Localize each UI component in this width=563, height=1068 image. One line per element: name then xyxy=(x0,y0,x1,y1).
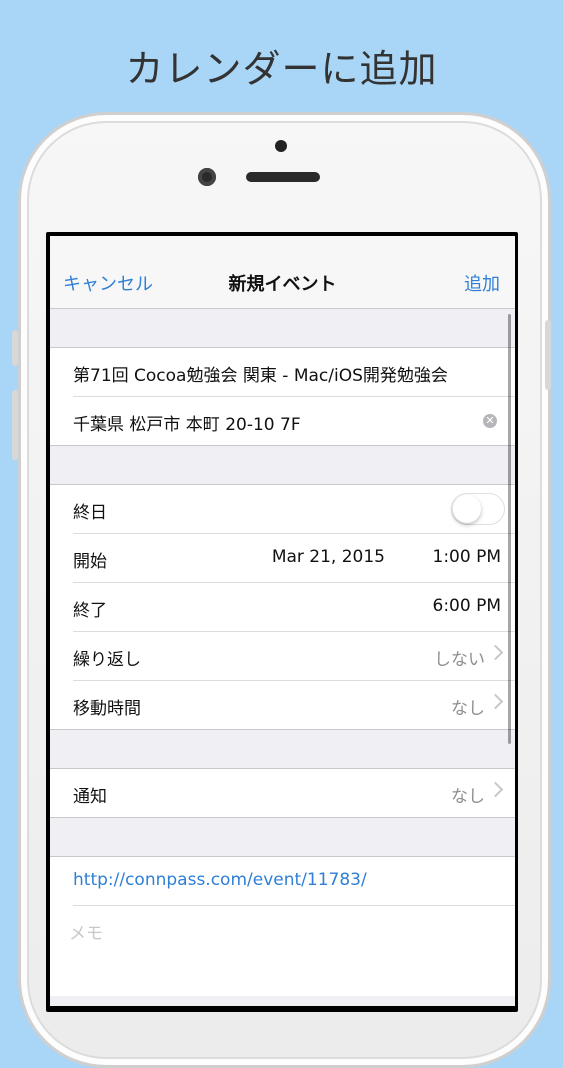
section-gap xyxy=(50,818,515,856)
proximity-sensor xyxy=(275,140,287,152)
repeat-label: 繰り返し xyxy=(73,650,141,670)
alert-value: なし xyxy=(451,787,485,807)
location-field[interactable]: 千葉県 松戸市 本町 20-10 7F ✕ xyxy=(73,397,515,445)
url-field[interactable]: http://connpass.com/event/11783/ xyxy=(73,857,515,906)
start-label: 開始 xyxy=(73,552,107,572)
alert-label: 通知 xyxy=(73,787,107,807)
allday-toggle[interactable] xyxy=(451,493,505,525)
phone-screen: キャンセル 新規イベント 追加 第71回 Cocoa勉強会 関東 - Mac/i… xyxy=(50,236,515,1006)
location-text: 千葉県 松戸市 本町 20-10 7F xyxy=(73,415,301,435)
alert-group: 通知 なし xyxy=(50,768,515,818)
section-gap xyxy=(50,730,515,768)
alert-row[interactable]: 通知 なし xyxy=(73,769,515,817)
end-label: 終了 xyxy=(73,601,107,621)
phone-side-button-right xyxy=(545,320,551,390)
scrollbar[interactable] xyxy=(508,314,511,744)
front-camera-icon xyxy=(198,168,216,186)
url-text[interactable]: http://connpass.com/event/11783/ xyxy=(73,870,367,890)
notes-group: http://connpass.com/event/11783/ メモ xyxy=(50,856,515,996)
navigation-bar: キャンセル 新規イベント 追加 xyxy=(50,258,515,309)
allday-label: 終日 xyxy=(73,503,107,523)
status-bar xyxy=(50,236,515,258)
start-row[interactable]: 開始 Mar 21, 2015 1:00 PM xyxy=(73,534,515,583)
travel-time-row[interactable]: 移動時間 なし xyxy=(73,681,515,729)
start-date: Mar 21, 2015 xyxy=(271,547,385,567)
phone-side-button-left xyxy=(12,330,18,366)
clear-icon[interactable]: ✕ xyxy=(483,414,497,428)
travel-label: 移動時間 xyxy=(73,699,141,719)
travel-value: なし xyxy=(451,699,485,719)
repeat-value: しない xyxy=(434,650,485,670)
repeat-row[interactable]: 繰り返し しない xyxy=(73,632,515,681)
start-time: 1:00 PM xyxy=(432,547,502,567)
section-gap xyxy=(50,309,515,347)
section-gap xyxy=(50,446,515,484)
add-button[interactable]: 追加 xyxy=(464,270,500,296)
chevron-right-icon xyxy=(487,693,504,710)
nav-title: 新規イベント xyxy=(228,274,337,295)
memo-placeholder: メモ xyxy=(69,924,103,944)
phone-side-button-left-2 xyxy=(12,390,18,460)
end-row[interactable]: 終了 6:00 PM xyxy=(73,583,515,632)
event-info-group: 第71回 Cocoa勉強会 関東 - Mac/iOS開発勉強会 千葉県 松戸市 … xyxy=(50,347,515,446)
title-field[interactable]: 第71回 Cocoa勉強会 関東 - Mac/iOS開発勉強会 xyxy=(73,348,515,397)
chevron-right-icon xyxy=(487,781,504,798)
earpiece-speaker xyxy=(246,172,320,182)
toggle-knob xyxy=(453,495,481,523)
schedule-group: 終日 開始 Mar 21, 2015 1:00 PM 終了 6:00 PM 繰り… xyxy=(50,484,515,730)
allday-row: 終日 xyxy=(73,485,515,534)
chevron-right-icon xyxy=(487,644,504,661)
memo-field[interactable]: メモ xyxy=(69,906,515,996)
title-text: 第71回 Cocoa勉強会 関東 - Mac/iOS開発勉強会 xyxy=(73,366,448,386)
promo-title: カレンダーに追加 xyxy=(125,47,438,91)
end-time: 6:00 PM xyxy=(432,596,502,616)
